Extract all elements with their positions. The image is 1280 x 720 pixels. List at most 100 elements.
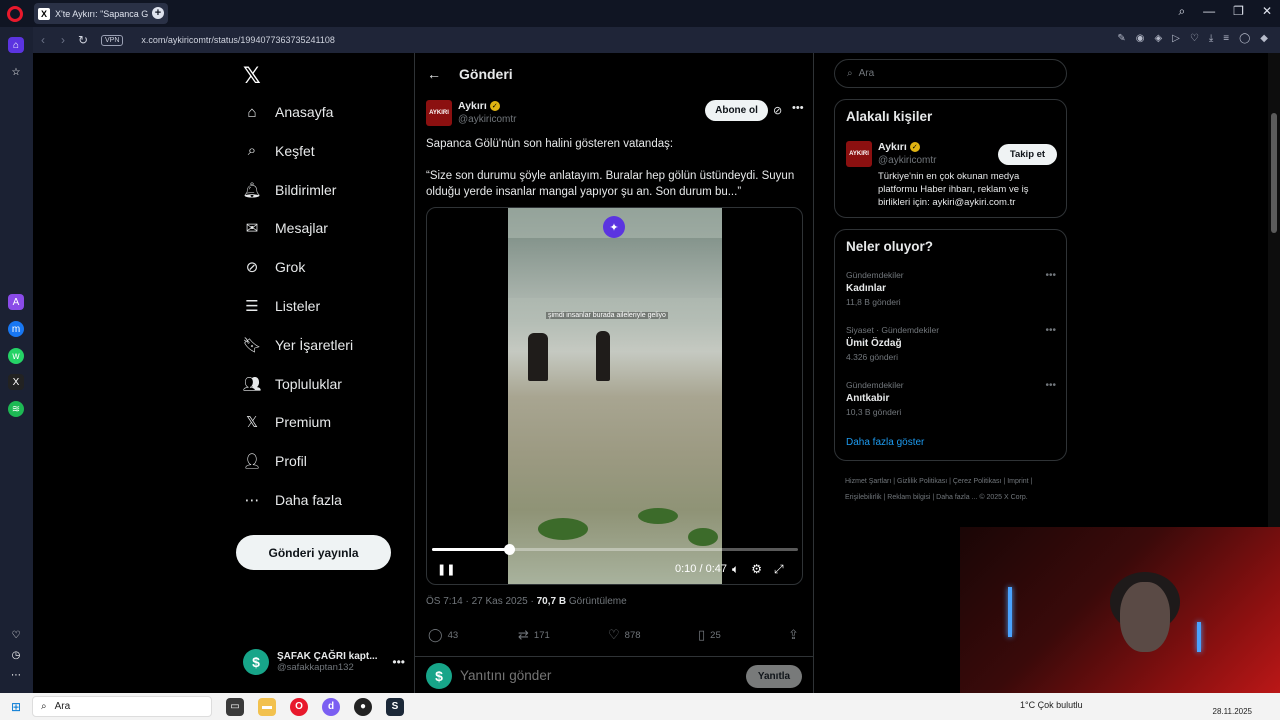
related-name[interactable]: Aykırı ✓: [878, 141, 920, 153]
footer-links[interactable]: Hizmet Şartları | Gizlilik Politikası | …: [845, 474, 1065, 506]
grok-sparkle-icon[interactable]: ✦: [603, 216, 625, 238]
taskbar-search[interactable]: ⌕ Ara: [32, 696, 212, 717]
nav-item[interactable]: 👤︎ Profil: [242, 452, 306, 470]
aria-icon[interactable]: A: [8, 294, 24, 310]
browser-tab[interactable]: X X'te Aykırı: "Sapanca G ✕: [34, 3, 168, 24]
close-window-icon[interactable]: ✕: [1262, 4, 1272, 19]
tab-title: X'te Aykırı: "Sapanca G: [55, 8, 149, 19]
show-more-link[interactable]: Daha fazla göster: [846, 437, 924, 448]
back-arrow-icon[interactable]: ←: [427, 66, 441, 82]
play-icon[interactable]: ▷: [1172, 33, 1180, 44]
view-count: 70,7 B: [536, 596, 567, 607]
search-tabs-icon[interactable]: ⌕: [1178, 4, 1185, 19]
video-scrubber-handle[interactable]: [503, 544, 515, 555]
star-icon[interactable]: ☆: [8, 64, 24, 80]
subscribe-button[interactable]: Abone ol: [705, 100, 768, 121]
obs-icon[interactable]: ●: [354, 697, 372, 716]
spotify-icon[interactable]: ≋: [8, 401, 24, 417]
related-avatar[interactable]: AYKIRI: [846, 141, 872, 167]
nav-item[interactable]: 👥︎ Topluluklar: [242, 375, 341, 393]
minimize-icon[interactable]: —: [1203, 4, 1215, 19]
author-avatar[interactable]: AYKIRI: [426, 100, 452, 126]
weather-tray[interactable]: 1°C Çok bulutlu: [1020, 700, 1083, 710]
back-icon[interactable]: ‹: [33, 33, 53, 47]
steam-icon[interactable]: S: [386, 697, 404, 716]
opera-icon[interactable]: O: [290, 697, 308, 716]
home-icon: ⌂: [247, 103, 257, 121]
clock-date[interactable]: 28.11.2025: [1213, 707, 1252, 716]
related-handle[interactable]: @aykiricomtr: [878, 155, 937, 166]
nav-item[interactable]: ⌕ Keşfet: [243, 142, 315, 160]
trend-item[interactable]: Gündemdekiler Kadınlar 11,8 B gönderi •••: [846, 270, 1056, 307]
task-view-icon[interactable]: ▭: [226, 697, 244, 716]
follow-button[interactable]: Takip et: [998, 144, 1057, 165]
nav-item[interactable]: 🔔︎ Bildirimler: [242, 181, 336, 199]
volume-icon[interactable]: 🔈︎: [732, 562, 739, 577]
menu-icon[interactable]: ≡: [1223, 33, 1229, 44]
whatsapp-icon[interactable]: w: [8, 348, 24, 364]
more-icon[interactable]: •••: [1045, 270, 1056, 281]
x-icon: 𝕏: [245, 414, 259, 432]
nav-item[interactable]: 𝕏 Premium: [243, 413, 331, 431]
maximize-icon[interactable]: ❐: [1233, 4, 1244, 19]
extensions-icon[interactable]: ◆: [1260, 33, 1268, 44]
nav-item[interactable]: ☰ Listeler: [243, 297, 320, 315]
nav-item[interactable]: ✉ Mesajlar: [243, 219, 328, 237]
vpn-badge[interactable]: VPN: [101, 34, 124, 46]
windows-start-icon[interactable]: ⊞: [0, 700, 32, 714]
file-explorer-icon[interactable]: ▬: [258, 697, 276, 716]
new-tab-button[interactable]: +: [152, 7, 164, 19]
heart-icon[interactable]: ♡: [1190, 33, 1199, 44]
x-logo-icon[interactable]: 𝕏: [243, 63, 261, 89]
video-progress-bar[interactable]: [432, 544, 798, 555]
camera-icon[interactable]: ◉: [1136, 33, 1145, 44]
home-icon[interactable]: ⌂: [8, 37, 24, 53]
more-icon[interactable]: •••: [392, 655, 405, 669]
more-icon[interactable]: •••: [1045, 380, 1056, 391]
nav-item-label: Listeler: [275, 298, 321, 314]
nav-item[interactable]: ⋯ Daha fazla: [243, 491, 342, 509]
pause-icon[interactable]: ❚❚: [437, 563, 455, 576]
video-player[interactable]: şimdi insanlar burada aileleriyle geliyo…: [426, 207, 803, 585]
grok-icon[interactable]: ⊘: [773, 104, 782, 117]
reply-input[interactable]: [460, 668, 680, 683]
account-switcher[interactable]: $ ŞAFAK ÇAĞRI kapt... @safakkaptan132 ••…: [243, 649, 405, 675]
post-timestamp[interactable]: ÖS 7:14 · 27 Kas 2025 ·: [426, 596, 537, 607]
nav-item[interactable]: ⊘ Grok: [243, 258, 306, 276]
url-field[interactable]: x.com/aykiricomtr/status/199407736373524…: [141, 35, 334, 45]
like-action[interactable]: ♡ 878: [608, 627, 641, 643]
author-name[interactable]: Aykırı ✓: [458, 100, 500, 112]
more-icon[interactable]: •••: [792, 102, 804, 114]
profile-icon[interactable]: ◯: [1239, 33, 1250, 44]
shield-icon[interactable]: ◈: [1154, 33, 1162, 44]
trend-item[interactable]: Gündemdekiler Anıtkabir 10,3 B gönderi •••: [846, 380, 1056, 417]
edit-icon[interactable]: ✎: [1117, 33, 1125, 44]
bookmark-action[interactable]: ▯ 25: [698, 627, 721, 643]
page-title: Gönderi: [459, 66, 513, 82]
scrollbar-thumb[interactable]: [1271, 113, 1277, 233]
fullscreen-icon[interactable]: ⤢: [774, 562, 784, 577]
trend-item[interactable]: Siyaset · Gündemdekiler Ümit Özdağ 4.326 g…: [846, 325, 1056, 362]
download-icon[interactable]: ⤓: [1209, 33, 1213, 44]
reply-action[interactable]: ◯ 43: [428, 627, 458, 643]
messenger-icon[interactable]: m: [8, 321, 24, 337]
nav-item-label: Daha fazla: [275, 492, 342, 508]
settings-icon[interactable]: ⚙: [751, 562, 762, 577]
more-icon[interactable]: ⋯: [8, 667, 24, 683]
nav-item[interactable]: ⌂ Anasayfa: [243, 103, 333, 121]
search-input[interactable]: ⌕ Ara: [834, 59, 1067, 88]
post-button[interactable]: Gönderi yayınla: [236, 535, 391, 570]
opera-logo-icon[interactable]: [7, 6, 23, 22]
reply-button[interactable]: Yanıtla: [746, 665, 802, 688]
repost-action[interactable]: ⇄ 171: [518, 627, 550, 643]
history-icon[interactable]: ◷: [8, 647, 24, 663]
discord-icon[interactable]: d: [322, 697, 340, 716]
share-action[interactable]: ⇪: [788, 627, 799, 643]
reload-icon[interactable]: ↻: [73, 33, 93, 47]
heart-icon[interactable]: ♡: [8, 627, 24, 643]
more-icon[interactable]: •••: [1045, 325, 1056, 336]
author-handle[interactable]: @aykiricomtr: [458, 114, 517, 125]
x-sidebar-icon[interactable]: X: [8, 374, 24, 390]
forward-icon[interactable]: ›: [53, 33, 73, 47]
nav-item[interactable]: 🔖︎ Yer İşaretleri: [242, 336, 353, 354]
